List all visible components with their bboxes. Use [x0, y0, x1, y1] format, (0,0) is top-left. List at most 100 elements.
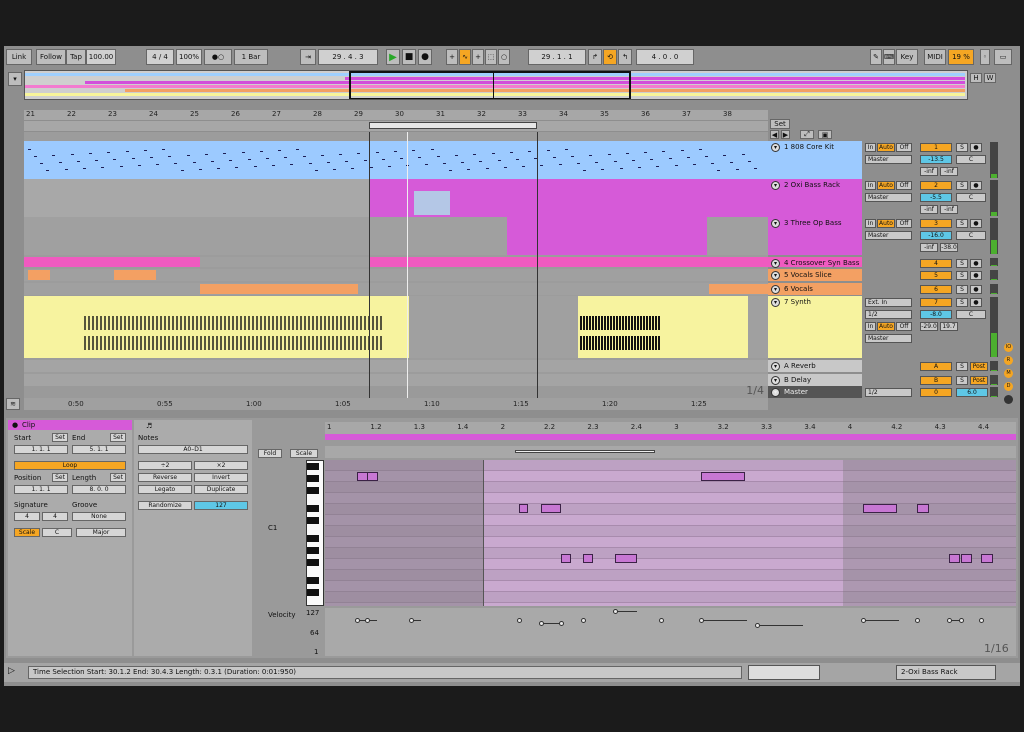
- black-key[interactable]: [307, 577, 319, 584]
- arrangement-settings-icon[interactable]: ≋: [6, 398, 20, 410]
- solo-button[interactable]: S: [956, 143, 968, 152]
- invert-button[interactable]: Invert: [194, 473, 248, 482]
- fold-button[interactable]: Fold: [258, 449, 282, 458]
- black-key[interactable]: [307, 589, 319, 596]
- status-toggle-icon[interactable]: ▷: [8, 666, 15, 676]
- editor-scrub-lane[interactable]: [325, 446, 1016, 458]
- solo-button[interactable]: S: [956, 219, 968, 228]
- solo-button[interactable]: S: [956, 285, 968, 294]
- loop-brace-lane[interactable]: [24, 121, 768, 131]
- tap-button[interactable]: Tap: [66, 49, 86, 65]
- computer-keyboard-icon[interactable]: ⌨: [883, 49, 895, 65]
- post-button[interactable]: Post: [970, 362, 988, 371]
- midi-map-button[interactable]: MIDI: [924, 49, 946, 65]
- midi-note[interactable]: [541, 504, 561, 513]
- velocity-marker[interactable]: [979, 618, 984, 623]
- black-key[interactable]: [307, 463, 319, 470]
- track-lane-three-op[interactable]: [24, 217, 768, 255]
- track-activator[interactable]: B: [920, 376, 952, 385]
- fold-track-icon[interactable]: ▾: [771, 362, 780, 371]
- black-key[interactable]: [307, 475, 319, 482]
- arm-button[interactable]: ●: [970, 298, 982, 307]
- track-header-5[interactable]: ▾ 5 Vocals Slice: [768, 269, 862, 281]
- capture-icon[interactable]: ⬚: [485, 49, 497, 65]
- tempo-field[interactable]: 100.00: [86, 49, 116, 65]
- double-button[interactable]: ×2: [194, 461, 248, 470]
- velocity-marker[interactable]: [559, 621, 564, 626]
- key-menu[interactable]: C: [42, 528, 72, 537]
- fold-track-icon[interactable]: ▾: [771, 271, 780, 280]
- quantize-menu[interactable]: 1 Bar: [234, 49, 268, 65]
- monitor-auto-button[interactable]: Auto: [877, 219, 895, 228]
- clip-slice-2[interactable]: [114, 270, 156, 280]
- monitor-in-button[interactable]: In: [865, 181, 876, 190]
- midi-note[interactable]: [615, 554, 637, 563]
- arrangement-view[interactable]: 1/4: [24, 132, 768, 398]
- midi-note[interactable]: [701, 472, 745, 481]
- pan-field[interactable]: C: [956, 231, 986, 240]
- arm-button[interactable]: ●: [970, 219, 982, 228]
- arrangement-overview[interactable]: [24, 70, 968, 100]
- lock-icon[interactable]: ▣: [818, 130, 832, 139]
- expand-icon[interactable]: ⤢: [800, 130, 814, 139]
- position-field[interactable]: 1. 1. 1: [14, 485, 68, 494]
- track-activator[interactable]: 3: [920, 219, 952, 228]
- mode-menu[interactable]: Major: [76, 528, 126, 537]
- track-header-7[interactable]: ▾ 7 Synth: [768, 296, 862, 358]
- solo-button[interactable]: S: [956, 298, 968, 307]
- key-map-button[interactable]: Key: [896, 49, 918, 65]
- groove-menu[interactable]: None: [72, 512, 126, 521]
- volume-field[interactable]: -8.0: [920, 310, 952, 319]
- view-toggle-icon[interactable]: D: [1004, 382, 1013, 391]
- pan-field[interactable]: C: [956, 310, 986, 319]
- pan-field[interactable]: C: [956, 193, 986, 202]
- time-signature-field[interactable]: 4 / 4: [146, 49, 174, 65]
- monitor-auto-button[interactable]: Auto: [877, 322, 895, 331]
- black-key[interactable]: [307, 487, 319, 494]
- fold-track-icon[interactable]: ▾: [771, 376, 780, 385]
- midi-note-editor[interactable]: [325, 460, 1016, 606]
- track-lane-reverb[interactable]: [24, 360, 768, 372]
- track-header-1[interactable]: ▾ 1 808 Core Kit: [768, 141, 862, 179]
- fold-track-icon[interactable]: ▾: [771, 298, 780, 307]
- prev-locator-icon[interactable]: ◀: [770, 130, 779, 139]
- monitor-auto-button[interactable]: Auto: [877, 143, 895, 152]
- track-activator[interactable]: A: [920, 362, 952, 371]
- punch-in-icon[interactable]: ↱: [588, 49, 602, 65]
- monitor-in-button[interactable]: In: [865, 219, 876, 228]
- track-activator[interactable]: 1: [920, 143, 952, 152]
- output-routing-menu[interactable]: Master: [865, 155, 912, 164]
- midi-note[interactable]: [863, 504, 897, 513]
- view-toggle-icon[interactable]: [1004, 395, 1013, 404]
- follow-button[interactable]: Follow: [36, 49, 66, 65]
- clip-slice-1[interactable]: [28, 270, 50, 280]
- midi-note[interactable]: [961, 554, 972, 563]
- input-channel-menu[interactable]: 1/2: [865, 310, 912, 319]
- track-lane-vocals[interactable]: [24, 283, 768, 295]
- track-lane-vocals-slice[interactable]: [24, 269, 768, 281]
- editor-loop-bar[interactable]: [325, 434, 1016, 440]
- monitor-off-button[interactable]: Off: [896, 219, 912, 228]
- next-locator-icon[interactable]: ▶: [781, 130, 790, 139]
- overdub-icon[interactable]: +: [446, 49, 458, 65]
- black-key[interactable]: [307, 505, 319, 512]
- song-position-field[interactable]: 29 . 4 . 3: [318, 49, 378, 65]
- note-icon[interactable]: ♬: [146, 422, 152, 430]
- output-routing-menu[interactable]: Master: [865, 193, 912, 202]
- track-activator[interactable]: 6: [920, 285, 952, 294]
- start-field[interactable]: 1. 1. 1: [14, 445, 68, 454]
- monitor-in-button[interactable]: In: [865, 143, 876, 152]
- solo-button[interactable]: S: [956, 376, 968, 385]
- w-zoom-button[interactable]: W: [984, 73, 996, 83]
- signature-denominator[interactable]: 4: [42, 512, 68, 521]
- length-set-button[interactable]: Set: [110, 473, 126, 482]
- fold-track-icon[interactable]: ▾: [771, 143, 780, 152]
- signature-numerator[interactable]: 4: [14, 512, 40, 521]
- arm-button[interactable]: ●: [970, 271, 982, 280]
- time-ruler[interactable]: 0:50 0:55 1:00 1:05 1:10 1:15 1:20 1:25: [24, 398, 768, 410]
- master-channel-menu[interactable]: 1/2: [865, 388, 912, 397]
- midi-note[interactable]: [367, 472, 378, 481]
- view-toggle-icon[interactable]: R: [1004, 356, 1013, 365]
- fold-track-icon[interactable]: ▾: [771, 181, 780, 190]
- solo-button[interactable]: S: [956, 259, 968, 268]
